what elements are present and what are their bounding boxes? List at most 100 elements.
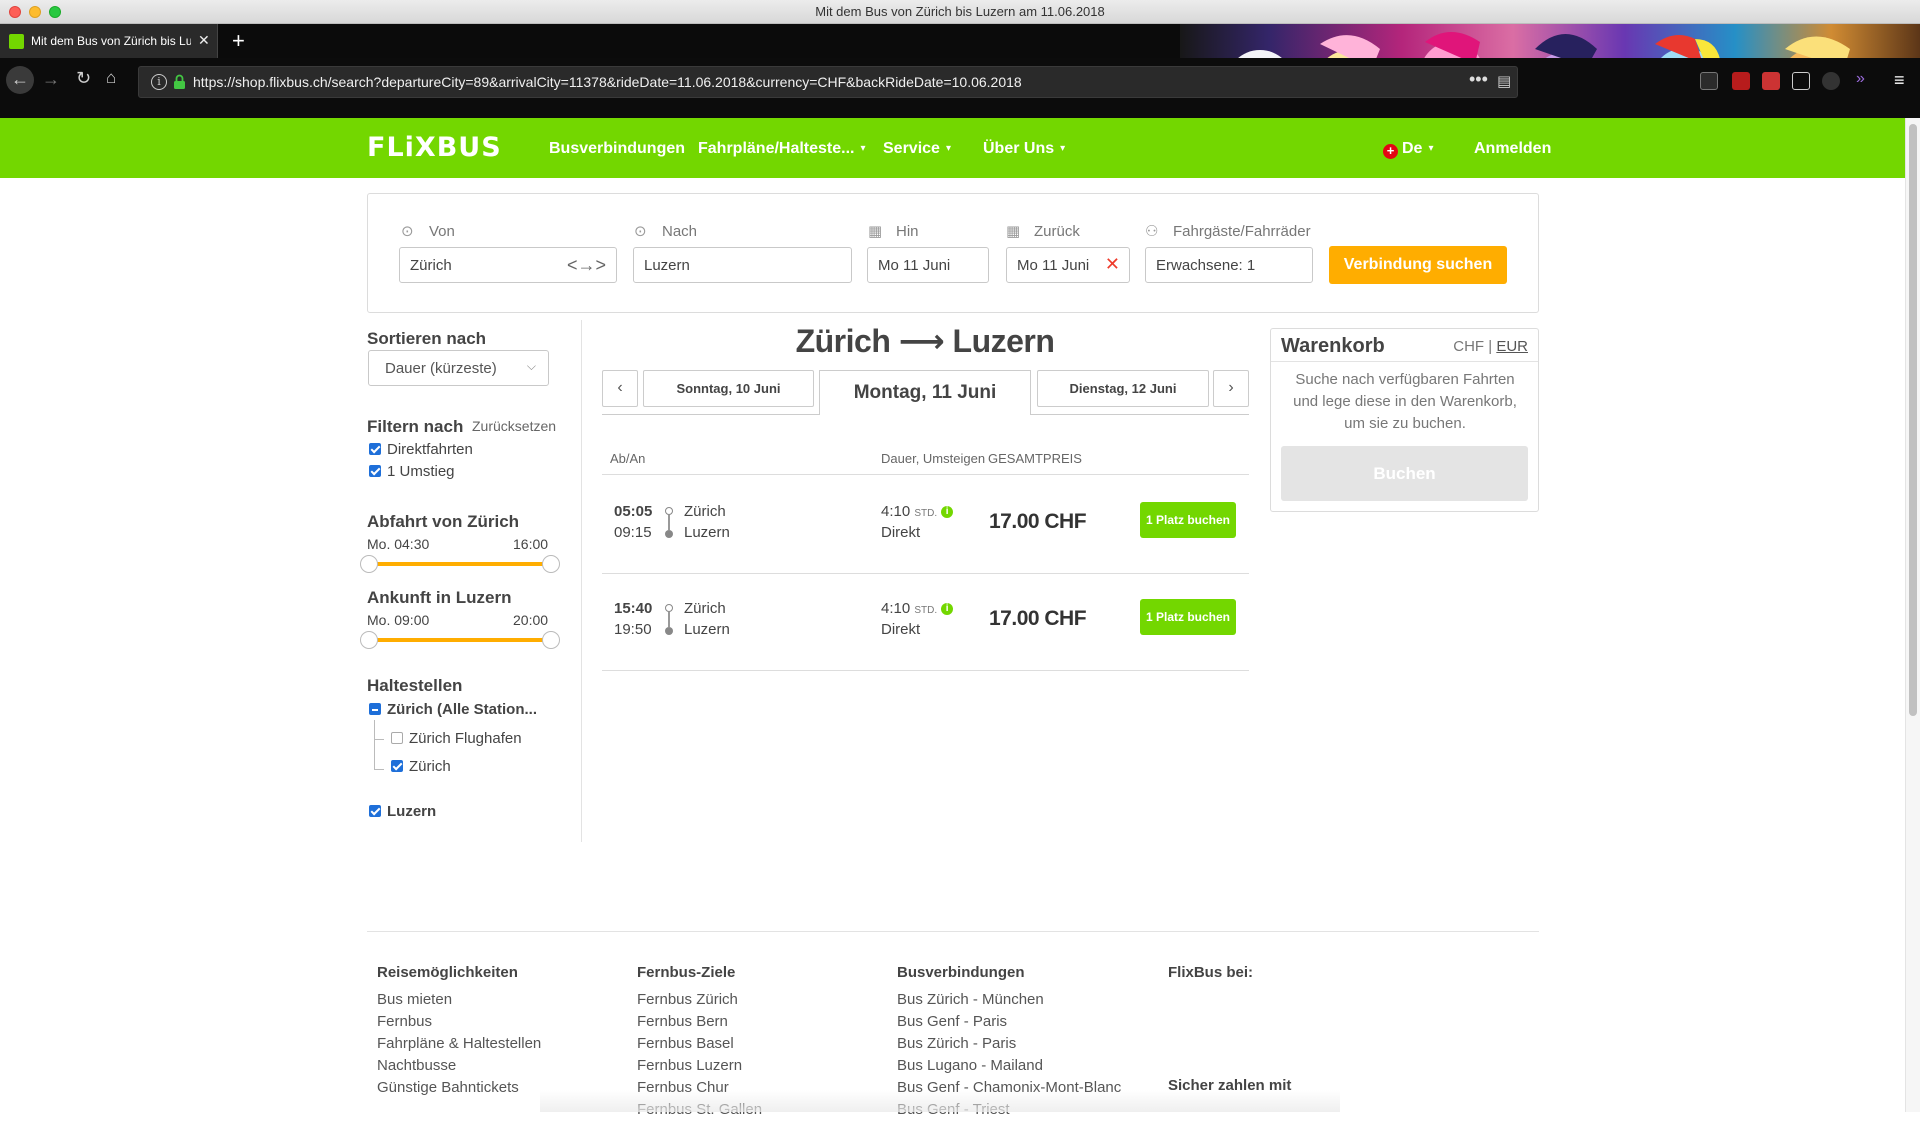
- ublock-icon[interactable]: [1732, 72, 1750, 90]
- footer-link[interactable]: Fernbus: [377, 1013, 541, 1035]
- to-input[interactable]: Luzern: [633, 247, 852, 283]
- tab-next-day[interactable]: Dienstag, 12 Juni: [1037, 370, 1209, 407]
- overflow-chevron-icon[interactable]: »: [1856, 70, 1865, 88]
- reset-filters-link[interactable]: Zurücksetzen: [472, 418, 556, 434]
- footer-link[interactable]: Bus Genf - Paris: [897, 1013, 1121, 1035]
- reload-icon[interactable]: ↻: [76, 68, 91, 89]
- info-icon[interactable]: i: [941, 603, 954, 615]
- login-link[interactable]: Anmelden: [1474, 140, 1551, 158]
- return-date-input[interactable]: Mo 11 Juni ✕: [1006, 247, 1130, 283]
- browser-tab[interactable]: Mit dem Bus von Zürich bis Luz ✕: [0, 24, 218, 58]
- footer-link[interactable]: Fernbus Bern: [637, 1013, 762, 1035]
- divider: [1271, 361, 1538, 362]
- sort-heading: Sortieren nach: [367, 329, 487, 348]
- page-scrollbar[interactable]: [1905, 118, 1920, 1112]
- cart-title: Warenkorb: [1281, 335, 1385, 357]
- departure-range-track[interactable]: [369, 562, 551, 566]
- book-seat-button[interactable]: 1 Platz buchen: [1140, 599, 1236, 635]
- language-selector[interactable]: + De ▾: [1383, 140, 1433, 159]
- footer-link[interactable]: Günstige Bahntickets: [377, 1079, 541, 1101]
- new-tab-button[interactable]: +: [232, 28, 245, 54]
- passengers-input[interactable]: Erwachsene: 1: [1145, 247, 1313, 283]
- footer-link[interactable]: Bus Lugano - Mailand: [897, 1057, 1121, 1079]
- home-icon[interactable]: ⌂: [106, 68, 116, 88]
- checkbox-unchecked-icon[interactable]: [391, 732, 403, 744]
- destination-dot-icon: [665, 627, 673, 635]
- footer-link[interactable]: Bus Zürich - Paris: [897, 1035, 1121, 1057]
- ublock-origin-icon[interactable]: [1762, 72, 1780, 90]
- reader-view-icon[interactable]: ▤: [1497, 72, 1511, 90]
- footer-link[interactable]: Nachtbusse: [377, 1057, 541, 1079]
- row-divider: [602, 573, 1249, 574]
- forward-arrow-icon[interactable]: →: [42, 69, 60, 90]
- filter-direct[interactable]: Direktfahrten: [369, 441, 473, 458]
- tab-prev-day[interactable]: Sonntag, 10 Juni: [643, 370, 814, 407]
- swap-direction-icon[interactable]: <→>: [567, 255, 606, 276]
- arrival-range-track[interactable]: [369, 638, 551, 642]
- book-seat-button[interactable]: 1 Platz buchen: [1140, 502, 1236, 538]
- page-actions-icon[interactable]: •••: [1469, 69, 1488, 90]
- footer-column: FlixBus bei:: [1168, 964, 1253, 991]
- column-header-price: GESAMTPREIS: [988, 451, 1082, 466]
- book-button[interactable]: Buchen: [1281, 446, 1528, 501]
- footer-link[interactable]: Bus mieten: [377, 991, 541, 1013]
- stop-group-zuerich[interactable]: Zürich (Alle Station...: [369, 701, 537, 718]
- column-header-duration: Dauer, Umsteigen: [881, 451, 986, 466]
- departure-min-handle[interactable]: [360, 555, 378, 573]
- url-bar[interactable]: i https://shop.flixbus.ch/search?departu…: [138, 66, 1518, 98]
- extension-icon[interactable]: [1822, 72, 1840, 90]
- stop-zuerich[interactable]: Zürich: [391, 758, 451, 775]
- close-tab-icon[interactable]: ✕: [198, 32, 210, 49]
- nav-fahrplaene[interactable]: Fahrpläne/Halteste... ▾: [698, 140, 866, 158]
- next-day-arrow-icon[interactable]: ›: [1213, 370, 1249, 407]
- nav-service[interactable]: Service ▾: [883, 140, 951, 158]
- arrival-max-handle[interactable]: [542, 631, 560, 649]
- arrival-min-handle[interactable]: [360, 631, 378, 649]
- nav-busverbindungen[interactable]: Busverbindungen: [549, 140, 685, 158]
- sort-select[interactable]: Dauer (kürzeste) ⌵: [368, 350, 549, 386]
- prev-day-arrow-icon[interactable]: ‹: [602, 370, 638, 407]
- hamburger-menu-icon[interactable]: ≡: [1894, 70, 1905, 91]
- footer-link[interactable]: Fahrpläne & Haltestellen: [377, 1035, 541, 1057]
- scrollbar-thumb[interactable]: [1909, 124, 1917, 716]
- currency-chf[interactable]: CHF: [1453, 338, 1484, 355]
- footer-link[interactable]: Bus Zürich - München: [897, 991, 1121, 1013]
- ride-price: 17.00 CHF: [989, 510, 1087, 533]
- route-line: [668, 515, 670, 530]
- footer-link[interactable]: Fernbus Zürich: [637, 991, 762, 1013]
- tab-current-day[interactable]: Montag, 11 Juni: [819, 370, 1031, 415]
- extension-icon[interactable]: [1700, 72, 1718, 90]
- arrival-min: Mo. 09:00: [367, 612, 430, 628]
- outbound-date-input[interactable]: Mo 11 Juni: [867, 247, 989, 283]
- footer-link[interactable]: Fernbus Basel: [637, 1035, 762, 1057]
- clear-date-icon[interactable]: ✕: [1105, 254, 1120, 275]
- stop-zuerich-flughafen[interactable]: Zürich Flughafen: [391, 730, 522, 747]
- nav-ueber-uns[interactable]: Über Uns ▾: [983, 140, 1065, 158]
- info-icon[interactable]: i: [151, 74, 167, 90]
- from-input[interactable]: Zürich <→>: [399, 247, 617, 283]
- window-titlebar: Mit dem Bus von Zürich bis Luzern am 11.…: [0, 0, 1920, 24]
- search-connections-button[interactable]: Verbindung suchen: [1329, 246, 1507, 284]
- destination-dot-icon: [665, 530, 673, 538]
- cart-empty-text: Suche nach verfügbaren Fahrten und lege …: [1293, 371, 1517, 432]
- checkbox-checked-icon[interactable]: [391, 760, 403, 772]
- column-header-time: Ab/An: [610, 451, 646, 466]
- checkbox-checked-icon[interactable]: [369, 443, 381, 455]
- info-icon[interactable]: i: [941, 506, 954, 518]
- origin-stop: Zürich: [684, 503, 726, 520]
- filter-one-transfer[interactable]: 1 Umstieg: [369, 463, 455, 480]
- tab-title: Mit dem Bus von Zürich bis Luz: [31, 34, 191, 48]
- currency-eur[interactable]: EUR: [1496, 338, 1528, 355]
- checkbox-partial-icon[interactable]: [369, 703, 381, 715]
- checkbox-checked-icon[interactable]: [369, 805, 381, 817]
- checkbox-checked-icon[interactable]: [369, 465, 381, 477]
- flixbus-logo[interactable]: FLiXBUS: [367, 132, 502, 163]
- footer-link[interactable]: Fernbus Luzern: [637, 1057, 762, 1079]
- departure-time: 15:40: [614, 600, 653, 617]
- departure-max-handle[interactable]: [542, 555, 560, 573]
- reading-list-icon[interactable]: [1792, 72, 1810, 90]
- stop-luzern[interactable]: Luzern: [369, 803, 436, 820]
- site-header: FLiXBUS Busverbindungen Fahrpläne/Haltes…: [0, 118, 1905, 178]
- chevron-down-icon: ▾: [860, 143, 866, 154]
- back-arrow-icon[interactable]: ←: [6, 66, 34, 94]
